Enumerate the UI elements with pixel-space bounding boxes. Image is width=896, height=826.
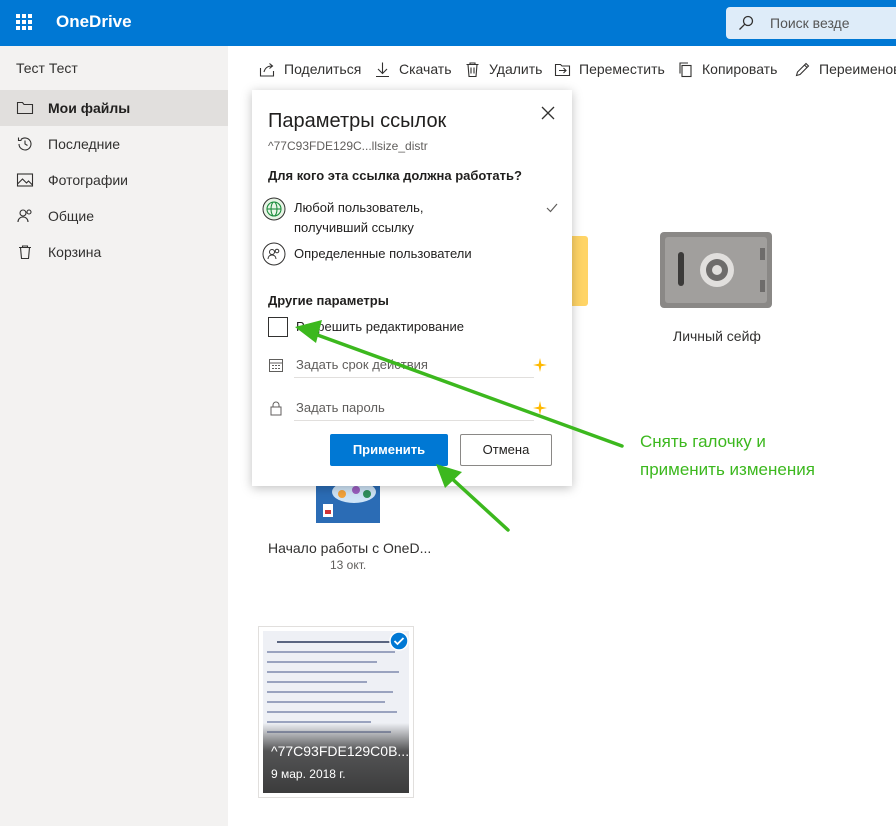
sidebar-item-shared[interactable]: Общие <box>0 198 228 234</box>
download-icon <box>376 62 389 77</box>
rename-label: Переименов <box>819 61 896 77</box>
annotation-text: Снять галочку и применить изменения <box>640 428 860 484</box>
user-name: Тест Тест <box>16 60 78 76</box>
sidebar-item-photos[interactable]: Фотографии <box>0 162 228 198</box>
dialog-title: Параметры ссылок <box>268 110 447 132</box>
move-button[interactable]: Переместить <box>554 58 665 80</box>
delete-button[interactable]: Удалить <box>464 58 542 80</box>
calendar-icon <box>269 359 283 372</box>
premium-sparkle-icon <box>533 401 547 415</box>
premium-sparkle-icon <box>533 358 547 372</box>
other-settings-heading: Другие параметры <box>268 293 389 308</box>
sidebar-item-my-files[interactable]: Мои файлы <box>0 90 228 126</box>
close-icon[interactable] <box>541 106 555 120</box>
option-specific-people[interactable]: Определенные пользователи <box>294 244 472 264</box>
selected-check-icon[interactable] <box>389 631 409 651</box>
sidebar-item-recent[interactable]: Последние <box>0 126 228 162</box>
file-title[interactable]: Начало работы с OneD... <box>268 540 431 556</box>
sidebar-item-label: Общие <box>48 208 95 224</box>
history-icon <box>17 137 32 151</box>
copy-label: Копировать <box>702 61 778 77</box>
expiry-date-field[interactable]: Задать срок действия <box>296 357 428 372</box>
search-placeholder: Поиск везде <box>770 15 850 31</box>
file-name: ^77C93FDE129C...llsize_distr <box>268 139 428 153</box>
search-icon <box>739 15 754 30</box>
move-icon <box>554 63 571 76</box>
sidebar-item-recycle-bin[interactable]: Корзина <box>0 234 228 270</box>
photo-tile[interactable]: ^77C93FDE129C0B... 9 мар. 2018 г. <box>258 626 414 798</box>
expiry-field-underline <box>294 377 534 378</box>
rename-icon <box>795 62 810 76</box>
personal-vault-icon[interactable] <box>660 232 772 308</box>
option-anyone-line1: Любой пользователь, <box>294 200 424 215</box>
copy-icon <box>679 61 692 77</box>
folder-icon <box>16 101 34 115</box>
password-field-underline <box>294 420 534 421</box>
annotation-line1: Снять галочку и <box>640 432 766 451</box>
sidebar-item-label: Фотографии <box>48 172 129 188</box>
annotation-line2: применить изменения <box>640 460 815 479</box>
globe-icon <box>262 197 286 221</box>
move-label: Переместить <box>579 61 665 77</box>
app-launcher-icon[interactable] <box>16 14 32 30</box>
people-icon <box>262 242 286 266</box>
option-anyone-line2: получивший ссылку <box>294 220 414 235</box>
app-title[interactable]: OneDrive <box>56 12 132 32</box>
vault-label: Личный сейф <box>673 328 761 344</box>
file-date: 13 окт. <box>330 558 367 572</box>
apply-button[interactable]: Применить <box>330 434 448 466</box>
left-navigation: Тест Тест Мои файлы Последние Фотографии… <box>0 46 228 826</box>
audience-question: Для кого эта ссылка должна работать? <box>268 168 522 183</box>
allow-editing-label[interactable]: Разрешить редактирование <box>296 319 464 334</box>
checkmark-icon <box>546 203 558 213</box>
photo-title: ^77C93FDE129C0B... <box>271 743 410 759</box>
search-box[interactable]: Поиск везде <box>726 7 896 39</box>
download-label: Скачать <box>399 61 452 77</box>
lock-icon <box>270 401 282 416</box>
sidebar-item-label: Корзина <box>48 244 102 260</box>
delete-label: Удалить <box>489 61 543 77</box>
rename-button[interactable]: Переименов <box>794 58 896 80</box>
share-button[interactable]: Поделиться <box>259 58 361 80</box>
copy-button[interactable]: Копировать <box>677 58 777 80</box>
people-icon <box>17 209 32 223</box>
share-icon <box>259 62 275 77</box>
sidebar-item-label: Последние <box>48 136 121 152</box>
password-field[interactable]: Задать пароль <box>296 400 385 415</box>
photo-date: 9 мар. 2018 г. <box>271 767 346 781</box>
option-anyone[interactable]: Любой пользователь, получивший ссылку <box>294 198 424 238</box>
allow-editing-checkbox[interactable] <box>268 317 288 337</box>
trash-icon <box>19 245 31 260</box>
photo-icon <box>16 173 34 187</box>
cancel-button[interactable]: Отмена <box>460 434 552 466</box>
download-button[interactable]: Скачать <box>374 58 452 80</box>
trash-icon <box>466 61 479 77</box>
share-label: Поделиться <box>284 61 362 77</box>
sidebar-item-label: Мои файлы <box>48 100 131 116</box>
link-settings-dialog: Параметры ссылок ^77C93FDE129C...llsize_… <box>252 90 572 486</box>
top-bar: OneDrive Поиск везде <box>0 0 896 46</box>
